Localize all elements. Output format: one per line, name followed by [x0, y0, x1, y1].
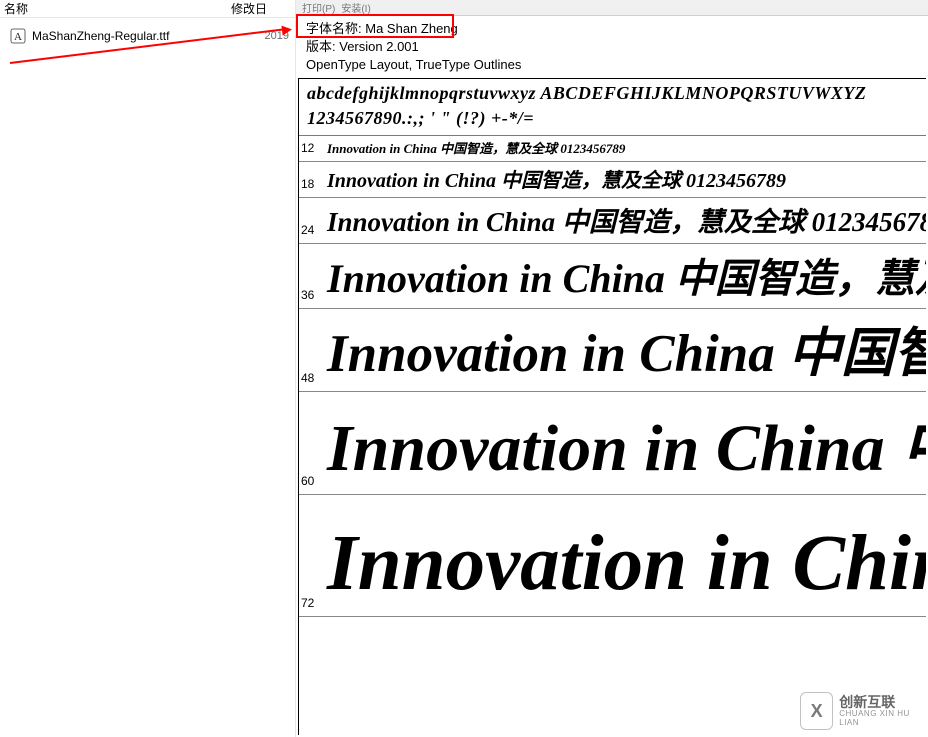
sample-text: Innovation in China 中国智造，慧及全球 0123456789	[323, 138, 926, 159]
font-version-line: 版本: Version 2.001	[306, 38, 918, 56]
font-version-value: Version 2.001	[339, 39, 419, 54]
sample-text: Innovation in China 中	[323, 497, 926, 614]
sample-row: 60Innovation in China 中国	[299, 392, 926, 495]
font-tech-line: OpenType Layout, TrueType Outlines	[306, 56, 918, 74]
sample-size-label: 36	[299, 288, 323, 306]
file-list-panel: 名称 修改日 A MaShanZheng-Regular.ttf 2019	[0, 0, 296, 737]
file-year: 2019	[255, 30, 295, 42]
font-name-line: 字体名称: Ma Shan Zheng	[306, 20, 918, 38]
sample-size-label: 18	[299, 177, 323, 195]
sample-row: 72Innovation in China 中	[299, 495, 926, 617]
sample-size-label: 12	[299, 141, 323, 159]
sample-row: 18Innovation in China 中国智造，慧及全球 01234567…	[299, 162, 926, 198]
watermark-cn: 创新互联	[839, 695, 920, 710]
install-button[interactable]: 安装(I)	[341, 0, 370, 15]
watermark-logo: X 创新互联 CHUANG XIN HU LIAN	[800, 691, 920, 731]
sample-size-label: 60	[299, 474, 323, 492]
file-name: MaShanZheng-Regular.ttf	[32, 29, 255, 43]
sample-size-label: 48	[299, 371, 323, 389]
print-button[interactable]: 打印(P)	[302, 0, 335, 15]
font-name-value: Ma Shan Zheng	[365, 21, 458, 36]
sample-text: Innovation in China 中国智造，慧及全球 0123456789	[323, 200, 926, 241]
charset-line-1: abcdefghijklmnopqrstuvwxyz ABCDEFGHIJKLM…	[299, 79, 926, 104]
sample-row: 12Innovation in China 中国智造，慧及全球 01234567…	[299, 136, 926, 162]
sample-text: Innovation in China 中国智造	[323, 311, 926, 389]
sample-text: Innovation in China 中国	[323, 394, 926, 492]
font-name-label: 字体名称:	[306, 21, 362, 36]
svg-text:A: A	[14, 31, 22, 43]
sample-row: 24Innovation in China 中国智造，慧及全球 01234567…	[299, 198, 926, 244]
charset-line-2: 1234567890.:,; ' " (!?) +-*/=	[299, 104, 926, 129]
sample-text: Innovation in China 中国智造，慧及	[323, 246, 926, 306]
sample-size-label: 72	[299, 596, 323, 614]
sample-size-label: 24	[299, 223, 323, 241]
sample-rows-container: 12Innovation in China 中国智造，慧及全球 01234567…	[299, 136, 926, 617]
font-preview-area: abcdefghijklmnopqrstuvwxyz ABCDEFGHIJKLM…	[298, 78, 926, 735]
sample-row: 48Innovation in China 中国智造	[299, 309, 926, 392]
sample-text: Innovation in China 中国智造，慧及全球 0123456789	[323, 164, 926, 195]
font-file-icon: A	[10, 28, 26, 44]
watermark-mark-icon: X	[800, 692, 833, 730]
file-list-header: 名称 修改日	[0, 0, 295, 18]
file-row[interactable]: A MaShanZheng-Regular.ttf 2019	[0, 18, 295, 54]
font-info-block: 字体名称: Ma Shan Zheng 版本: Version 2.001 Op…	[296, 16, 928, 76]
column-header-modified[interactable]: 修改日	[231, 0, 291, 17]
watermark-en: CHUANG XIN HU LIAN	[839, 710, 920, 728]
column-header-name[interactable]: 名称	[4, 0, 231, 17]
sample-row: 36Innovation in China 中国智造，慧及	[299, 244, 926, 309]
preview-toolbar: 打印(P) 安装(I)	[296, 0, 928, 16]
font-version-label: 版本:	[306, 39, 336, 54]
